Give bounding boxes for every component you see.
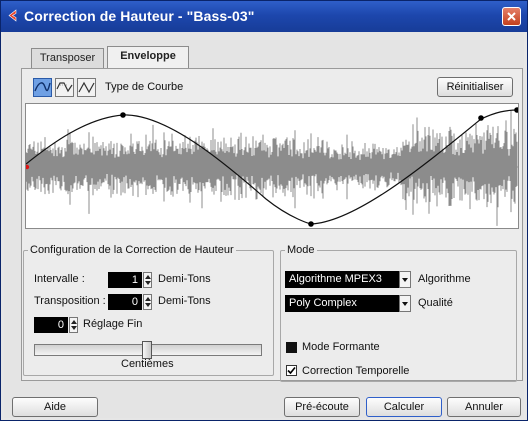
envelope-point (308, 221, 314, 227)
formant-mode-checkbox[interactable] (286, 342, 297, 353)
waveform-display (26, 107, 518, 227)
reset-button[interactable]: Réinitialiser (437, 77, 513, 97)
down-arrow-icon (145, 303, 151, 307)
time-correction-checkbox[interactable] (286, 365, 297, 376)
cancel-button[interactable]: Annuler (447, 397, 521, 417)
up-arrow-icon (145, 297, 151, 301)
cents-slider-handle[interactable] (142, 341, 152, 359)
time-correction-label: Correction Temporelle (302, 365, 410, 377)
formant-mode-label: Mode Formante (302, 341, 380, 353)
transpose-field[interactable]: 0 (108, 294, 142, 310)
curve-type-label: Type de Courbe (105, 81, 184, 93)
up-arrow-icon (71, 320, 77, 324)
fine-tune-label: Réglage Fin (83, 318, 143, 330)
tab-enveloppe[interactable]: Enveloppe (107, 46, 189, 68)
algorithm-dropdown-button[interactable] (399, 271, 411, 288)
down-arrow-icon (145, 281, 151, 285)
window-title: Correction de Hauteur - "Bass-03" (24, 8, 255, 24)
down-arrow-icon (71, 326, 77, 330)
dialog-window: Correction de Hauteur - "Bass-03" Transp… (0, 0, 528, 421)
transpose-stepper[interactable] (143, 294, 152, 310)
close-icon (507, 12, 516, 21)
app-logo-icon (8, 9, 17, 22)
linear-curve-icon (78, 81, 95, 94)
up-arrow-icon (145, 275, 151, 279)
mode-legend: Mode (287, 244, 315, 256)
interval-field[interactable]: 1 (108, 272, 142, 288)
interval-label: Intervalle : (34, 273, 85, 285)
transpose-label: Transposition : (34, 295, 106, 307)
interval-unit-label: Demi-Tons (158, 273, 211, 285)
help-button[interactable]: Aide (12, 397, 98, 417)
interval-stepper[interactable] (143, 272, 152, 288)
mode-group: Mode (280, 244, 517, 382)
envelope-graph[interactable] (25, 103, 519, 229)
quality-select[interactable]: Poly Complex (285, 295, 399, 312)
title-bar[interactable]: Correction de Hauteur - "Bass-03" (1, 1, 527, 32)
calculate-button[interactable]: Calculer (366, 397, 442, 417)
curve-spline-button[interactable] (33, 78, 52, 97)
tab-transposer[interactable]: Transposer (31, 48, 104, 68)
envelope-point (478, 115, 484, 121)
curve-linear-button[interactable] (77, 78, 96, 97)
damped-curve-icon (56, 82, 73, 93)
envelope-point (514, 107, 518, 113)
algorithm-label: Algorithme (418, 273, 471, 285)
spline-curve-icon (34, 82, 51, 92)
algorithm-select[interactable]: Algorithme MPEX3 (285, 271, 399, 288)
checkmark-icon (287, 366, 296, 375)
fine-tune-stepper[interactable] (69, 317, 78, 333)
quality-label: Qualité (418, 297, 453, 309)
fine-tune-field[interactable]: 0 (34, 317, 68, 333)
cents-label: Centièmes (121, 358, 174, 370)
close-button[interactable] (502, 7, 521, 26)
curve-damped-button[interactable] (55, 78, 74, 97)
envelope-point (120, 112, 126, 118)
transpose-unit-label: Demi-Tons (158, 295, 211, 307)
pitch-config-legend: Configuration de la Correction de Hauteu… (30, 244, 234, 256)
quality-dropdown-button[interactable] (399, 295, 411, 312)
preview-button[interactable]: Pré-écoute (284, 397, 360, 417)
